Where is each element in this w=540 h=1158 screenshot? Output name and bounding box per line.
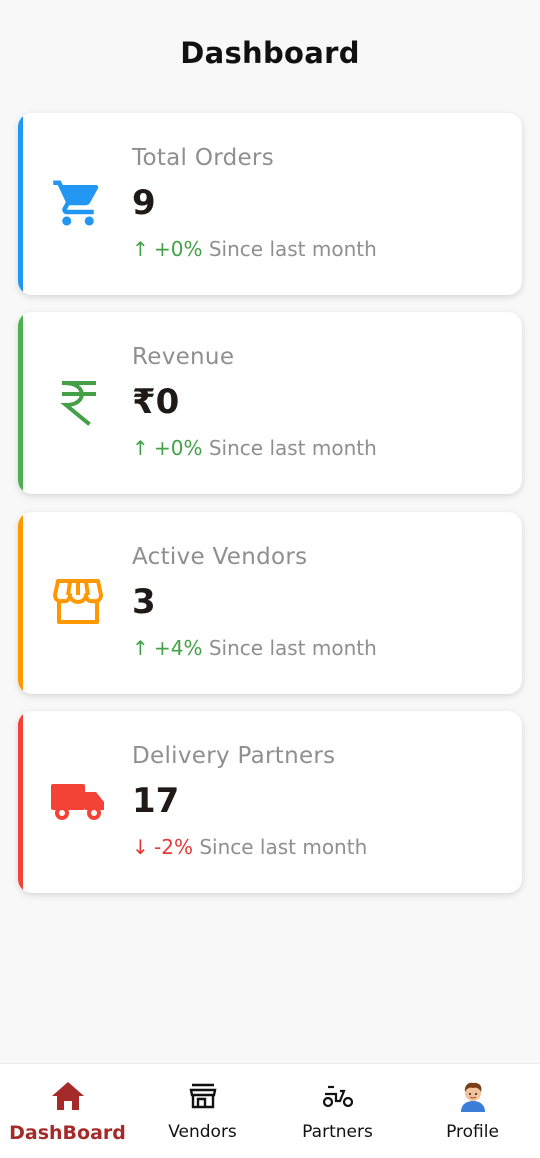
stat-card-total-orders[interactable]: Total Orders 9 ↑ +0% Since last month — [18, 113, 522, 295]
trend-value: +0% — [154, 436, 203, 460]
storefront-icon — [46, 570, 110, 634]
trend-value: -2% — [154, 835, 193, 859]
nav-item-dashboard[interactable]: DashBoard — [0, 1064, 135, 1158]
card-trend: ↑ +4% Since last month — [132, 636, 377, 660]
home-icon — [51, 1080, 85, 1112]
nav-item-profile[interactable]: Profile — [405, 1064, 540, 1158]
trend-value: +0% — [154, 237, 203, 261]
app-header: Dashboard — [0, 0, 540, 100]
card-value: 9 — [132, 183, 156, 223]
arrow-up-icon: ↑ — [132, 237, 149, 261]
card-label: Revenue — [132, 344, 235, 370]
nav-label: Profile — [446, 1122, 499, 1142]
arrow-up-icon: ↑ — [132, 436, 149, 460]
nav-label: Vendors — [168, 1122, 237, 1142]
card-accent-bar — [18, 113, 23, 295]
delivery-truck-icon — [46, 769, 110, 833]
bottom-navigation: DashBoard Vendors Partners Profile — [0, 1063, 540, 1158]
stat-card-active-vendors[interactable]: Active Vendors 3 ↑ +4% Since last month — [18, 512, 522, 694]
shopping-cart-icon — [46, 171, 110, 235]
scooter-icon — [322, 1080, 354, 1112]
card-label: Active Vendors — [132, 544, 308, 570]
trend-value: +4% — [154, 636, 203, 660]
rupee-icon — [46, 370, 110, 434]
trend-text: Since last month — [208, 237, 377, 261]
card-value: 3 — [132, 582, 156, 622]
card-accent-bar — [18, 711, 23, 893]
page-title: Dashboard — [180, 36, 360, 70]
nav-item-partners[interactable]: Partners — [270, 1064, 405, 1158]
stat-card-delivery-partners[interactable]: Delivery Partners 17 ↓ -2% Since last mon… — [18, 711, 522, 893]
nav-item-vendors[interactable]: Vendors — [135, 1064, 270, 1158]
stat-card-revenue[interactable]: Revenue ₹0 ↑ +0% Since last month — [18, 312, 522, 494]
store-icon — [189, 1080, 217, 1112]
arrow-up-icon: ↑ — [132, 636, 149, 660]
card-label: Delivery Partners — [132, 743, 336, 769]
card-trend: ↑ +0% Since last month — [132, 436, 377, 460]
trend-text: Since last month — [208, 436, 377, 460]
card-value: 17 — [132, 781, 180, 821]
card-accent-bar — [18, 512, 23, 694]
avatar-icon — [458, 1080, 488, 1112]
arrow-down-icon: ↓ — [132, 835, 149, 859]
card-value: ₹0 — [132, 382, 180, 422]
nav-label: Partners — [302, 1122, 373, 1142]
card-label: Total Orders — [132, 145, 274, 171]
card-accent-bar — [18, 312, 23, 494]
nav-label: DashBoard — [9, 1122, 126, 1144]
card-trend: ↑ +0% Since last month — [132, 237, 377, 261]
trend-text: Since last month — [208, 636, 377, 660]
trend-text: Since last month — [199, 835, 368, 859]
card-trend: ↓ -2% Since last month — [132, 835, 367, 859]
